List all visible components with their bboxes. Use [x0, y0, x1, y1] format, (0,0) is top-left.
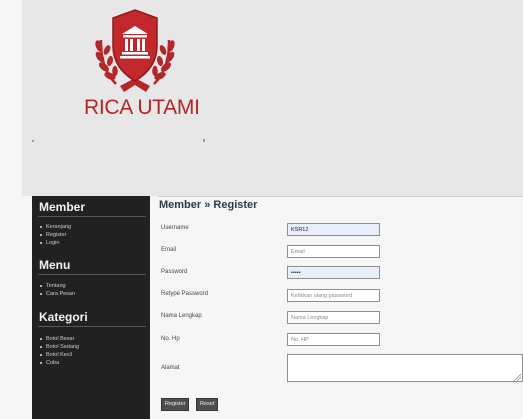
phone-input[interactable] — [287, 333, 380, 346]
sidebar-item-login[interactable]: Login — [40, 239, 59, 247]
sidebar-item-label: Login — [46, 240, 60, 246]
reset-button[interactable]: Reset — [196, 398, 219, 411]
password-input[interactable] — [287, 266, 380, 279]
bullet-icon — [40, 233, 42, 236]
username-label: Username — [161, 225, 189, 231]
bullet-icon — [40, 292, 42, 295]
sidebar-item-label: Keranjang — [46, 224, 72, 230]
register-button[interactable]: Register — [161, 398, 190, 411]
decorative-dot — [203, 139, 205, 142]
sidebar-item-label: Botol Kecil — [46, 352, 72, 358]
page: RICA UTAMI Member Keranjang Register Log… — [0, 0, 523, 419]
sidebar-item-label: Register — [46, 232, 67, 238]
sidebar-item-tentang[interactable]: Tentang — [40, 282, 66, 290]
bullet-icon — [40, 284, 42, 287]
decorative-dot — [32, 140, 34, 142]
full-name-input[interactable] — [287, 311, 380, 324]
sidebar-item-coba[interactable]: Coba — [40, 359, 59, 367]
bullet-icon — [40, 353, 42, 356]
bullet-icon — [40, 361, 42, 364]
sidebar-item-botol-besar[interactable]: Botol Besar — [40, 335, 74, 343]
sidebar-item-register[interactable]: Register — [40, 231, 66, 239]
sidebar-divider — [38, 274, 146, 275]
retype-password-label: Retype Password — [161, 291, 209, 297]
sidebar-heading-menu: Menu — [39, 258, 71, 272]
divider — [158, 196, 523, 197]
sidebar-heading-member: Member — [39, 200, 86, 214]
address-textarea[interactable] — [287, 354, 523, 382]
bullet-icon — [40, 337, 42, 340]
full-name-label: Nama Lengkap — [161, 313, 202, 319]
site-header: RICA UTAMI — [22, 0, 523, 196]
email-label: Email — [161, 247, 177, 253]
site-title: RICA UTAMI — [84, 96, 200, 119]
email-input[interactable] — [287, 245, 380, 258]
sidebar: Member Keranjang Register Login Menu Ten… — [32, 196, 150, 419]
sidebar-heading-kategori: Kategori — [39, 310, 88, 324]
sidebar-item-keranjang[interactable]: Keranjang — [40, 223, 71, 231]
retype-password-input[interactable] — [287, 289, 380, 302]
sidebar-item-label: Botol Sedang — [46, 344, 80, 350]
bullet-icon — [40, 225, 42, 228]
password-label: Password — [161, 269, 188, 275]
sidebar-divider — [38, 326, 146, 327]
courthouse-shield-laurel-icon — [95, 9, 175, 92]
phone-label: No. Hp — [161, 336, 180, 342]
sidebar-item-label: Tentang — [46, 283, 66, 289]
sidebar-item-label: Coba — [46, 360, 60, 366]
sidebar-item-botol-kecil[interactable]: Botol Kecil — [40, 351, 72, 359]
sidebar-item-label: Cara Pesan — [46, 291, 76, 297]
resize-grip-icon[interactable] — [513, 374, 521, 381]
sidebar-divider — [38, 216, 146, 217]
sidebar-item-cara-pesan[interactable]: Cara Pesan — [40, 290, 75, 298]
bullet-icon — [40, 241, 42, 244]
username-input[interactable] — [287, 223, 380, 236]
bullet-icon — [40, 345, 42, 348]
address-label: Alamat — [161, 365, 180, 371]
sidebar-item-label: Botol Besar — [46, 336, 75, 342]
page-title: Member » Register — [159, 199, 258, 211]
sidebar-item-botol-sedang[interactable]: Botol Sedang — [40, 343, 79, 351]
